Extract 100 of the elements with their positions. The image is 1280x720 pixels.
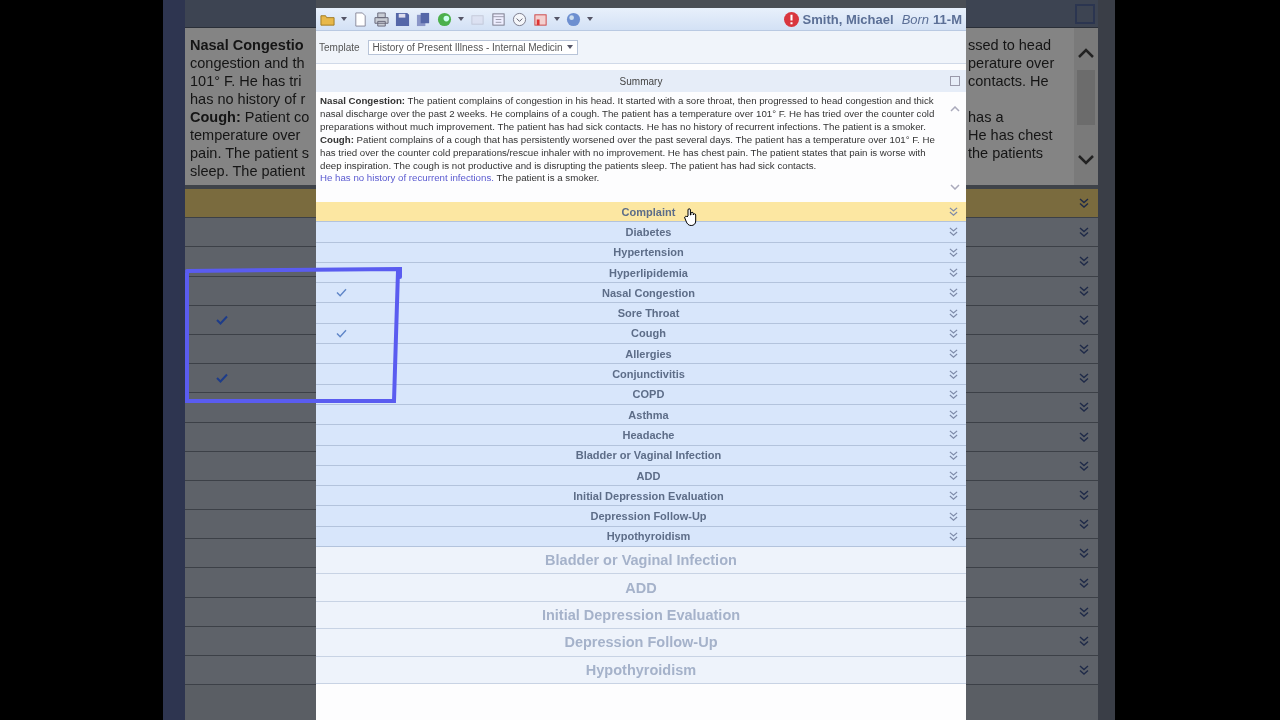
double-chevron-icon[interactable] [949,369,958,379]
list-row[interactable] [966,364,1098,394]
double-chevron-icon[interactable] [949,450,958,460]
condition-row[interactable]: Hypertension [316,242,966,263]
scroll-up-icon[interactable] [1078,48,1094,58]
list-row[interactable] [966,597,1098,627]
double-chevron-icon[interactable] [1079,373,1089,384]
list-row[interactable] [966,626,1098,656]
double-chevron-icon[interactable] [1079,314,1089,325]
double-chevron-icon[interactable] [949,410,958,420]
caret-icon[interactable] [458,17,464,21]
list-row[interactable] [966,451,1098,481]
condition-row[interactable]: Headache [316,425,966,446]
list-row[interactable] [966,247,1098,277]
double-chevron-icon[interactable] [949,349,958,359]
condition-row[interactable]: Bladder or Vaginal Infection [316,445,966,466]
list-row[interactable] [966,480,1098,511]
save-icon[interactable] [395,11,410,27]
condition-row[interactable]: Complaint [316,202,966,223]
condition-row[interactable]: Hypothyroidism [316,526,966,548]
note-text-line: temperature over [190,126,302,144]
caret-icon[interactable] [566,45,573,49]
template-dropdown[interactable]: History of Present Illness - Internal Medicin [367,39,578,55]
summary-link[interactable]: He has no history of recurrent infections. [320,172,494,184]
double-chevron-icon[interactable] [949,227,958,237]
scroll-down-icon[interactable] [950,184,960,190]
list-row[interactable] [185,626,316,656]
calendar-icon[interactable] [491,11,506,27]
list-row[interactable] [185,480,316,511]
double-chevron-icon[interactable] [949,328,958,338]
condition-row[interactable]: ADD [316,465,966,487]
list-row[interactable] [966,334,1098,365]
list-row[interactable] [185,510,316,540]
scroll-up-icon[interactable] [950,106,960,112]
double-chevron-icon[interactable] [949,308,958,318]
scroll-down-icon[interactable] [1078,155,1094,165]
maximize-icon[interactable] [950,76,960,86]
copy-icon[interactable] [416,11,431,27]
list-row[interactable] [185,422,316,452]
caret-icon[interactable] [587,17,593,21]
list-row[interactable] [185,656,316,686]
double-chevron-icon[interactable] [1079,577,1089,588]
double-chevron-icon[interactable] [1079,460,1089,471]
list-row[interactable] [966,422,1098,452]
double-chevron-icon[interactable] [1079,519,1089,530]
double-chevron-icon[interactable] [1079,198,1089,209]
double-chevron-icon[interactable] [1079,548,1089,559]
double-chevron-icon[interactable] [1079,635,1089,646]
double-chevron-icon[interactable] [949,247,958,257]
condition-row[interactable]: Diabetes [316,222,966,243]
list-row[interactable] [966,510,1098,540]
double-chevron-icon[interactable] [949,430,958,440]
double-chevron-icon[interactable] [1079,665,1089,676]
condition-row[interactable]: Depression Follow-Up [316,506,966,527]
double-chevron-icon[interactable] [949,268,958,278]
caret-icon[interactable] [341,17,347,21]
chart-icon[interactable] [533,11,548,27]
double-chevron-icon[interactable] [1079,256,1089,267]
condition-row[interactable]: Sore Throat [316,303,966,324]
list-row[interactable] [966,539,1098,569]
double-chevron-icon[interactable] [1079,227,1089,238]
double-chevron-icon[interactable] [1079,402,1089,413]
condition-label: Sore Throat [617,307,680,320]
condition-row[interactable]: Allergies [316,344,966,365]
list-row[interactable] [966,393,1098,423]
list-row[interactable] [185,568,316,598]
double-chevron-icon[interactable] [1079,606,1089,617]
condition-label: Headache [622,428,675,441]
list-row[interactable] [966,656,1098,686]
double-chevron-icon[interactable] [949,491,958,501]
list-row[interactable] [966,276,1098,306]
list-row[interactable] [185,539,316,569]
condition-row[interactable]: Cough [316,323,966,345]
double-chevron-icon[interactable] [949,207,958,217]
double-chevron-icon[interactable] [1079,489,1089,500]
list-row[interactable] [966,218,1098,248]
double-chevron-icon[interactable] [1079,285,1089,296]
list-row[interactable] [966,305,1098,335]
condition-row[interactable]: Asthma [316,404,966,426]
note-text-line: pain. The patient s [190,144,311,162]
list-row[interactable] [185,597,316,627]
double-chevron-icon[interactable] [1079,431,1089,442]
double-chevron-icon[interactable] [949,471,958,480]
list-row[interactable] [185,451,316,481]
condition-row[interactable]: Initial Depression Evaluation [316,486,966,507]
double-chevron-icon[interactable] [949,288,958,298]
condition-row[interactable]: Conjunctivitis [316,364,966,385]
born-label: Born [901,11,930,27]
double-chevron-icon[interactable] [1079,344,1089,355]
double-chevron-icon[interactable] [949,531,958,541]
list-row[interactable] [185,218,316,248]
caret-icon[interactable] [554,17,560,21]
condition-label: Nasal Congestion [602,286,695,299]
list-row[interactable] [966,568,1098,598]
double-chevron-icon[interactable] [949,389,958,399]
condition-row[interactable]: Nasal Congestion [316,283,966,304]
document-icon[interactable] [353,11,368,27]
printer-icon[interactable] [374,11,389,27]
double-chevron-icon[interactable] [949,511,958,521]
clock-icon[interactable] [512,11,527,27]
